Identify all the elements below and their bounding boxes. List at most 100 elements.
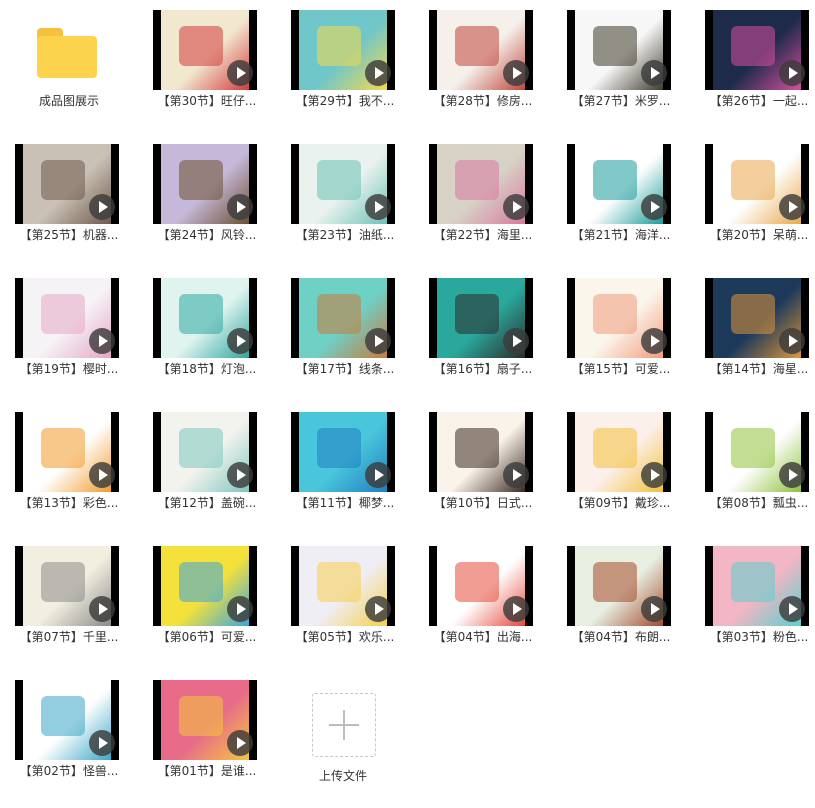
- video-thumbnail[interactable]: [153, 546, 257, 626]
- video-thumbnail[interactable]: [291, 10, 395, 90]
- video-item[interactable]: 【第13节】彩色...: [0, 402, 138, 530]
- video-thumbnail[interactable]: [567, 10, 671, 90]
- play-icon[interactable]: [641, 328, 667, 354]
- video-item[interactable]: 【第11节】椰梦...: [276, 402, 414, 530]
- play-icon[interactable]: [503, 596, 529, 622]
- play-icon[interactable]: [779, 462, 805, 488]
- play-icon[interactable]: [227, 60, 253, 86]
- video-thumbnail[interactable]: [15, 680, 119, 760]
- video-item[interactable]: 【第16节】扇子...: [414, 268, 552, 396]
- video-item[interactable]: 【第21节】海洋...: [552, 134, 690, 262]
- play-icon[interactable]: [779, 596, 805, 622]
- video-thumbnail[interactable]: [15, 546, 119, 626]
- video-thumbnail[interactable]: [705, 10, 809, 90]
- video-item[interactable]: 【第26节】一起...: [690, 0, 815, 128]
- video-thumbnail[interactable]: [567, 278, 671, 358]
- video-thumbnail[interactable]: [429, 10, 533, 90]
- video-thumbnail[interactable]: [153, 10, 257, 90]
- video-item[interactable]: 【第06节】可爱...: [138, 536, 276, 664]
- play-icon[interactable]: [503, 328, 529, 354]
- video-label: 【第17节】线条...: [295, 362, 395, 376]
- video-item[interactable]: 【第05节】欢乐...: [276, 536, 414, 664]
- play-icon[interactable]: [503, 60, 529, 86]
- video-thumbnail[interactable]: [567, 546, 671, 626]
- play-icon[interactable]: [89, 194, 115, 220]
- play-icon[interactable]: [641, 194, 667, 220]
- video-item[interactable]: 【第29节】我不...: [276, 0, 414, 128]
- play-icon[interactable]: [89, 730, 115, 756]
- video-thumbnail[interactable]: [429, 412, 533, 492]
- video-item[interactable]: 【第30节】旺仔...: [138, 0, 276, 128]
- play-icon[interactable]: [503, 462, 529, 488]
- video-label: 【第16节】扇子...: [433, 362, 533, 376]
- play-icon[interactable]: [779, 194, 805, 220]
- video-item[interactable]: 【第19节】樱时...: [0, 268, 138, 396]
- play-icon[interactable]: [89, 596, 115, 622]
- video-item[interactable]: 【第02节】怪兽...: [0, 670, 138, 798]
- video-item[interactable]: 【第20节】呆萌...: [690, 134, 815, 262]
- play-icon[interactable]: [365, 596, 391, 622]
- video-item[interactable]: 【第23节】油纸...: [276, 134, 414, 262]
- video-item[interactable]: 【第03节】粉色...: [690, 536, 815, 664]
- video-item[interactable]: 【第24节】风铃...: [138, 134, 276, 262]
- play-icon[interactable]: [779, 328, 805, 354]
- video-item[interactable]: 【第15节】可爱...: [552, 268, 690, 396]
- video-item[interactable]: 【第28节】修房...: [414, 0, 552, 128]
- video-label: 【第04节】布朗...: [571, 630, 671, 644]
- play-icon[interactable]: [365, 328, 391, 354]
- play-icon[interactable]: [227, 194, 253, 220]
- video-item[interactable]: 【第27节】米罗...: [552, 0, 690, 128]
- play-icon[interactable]: [641, 596, 667, 622]
- video-thumbnail[interactable]: [705, 412, 809, 492]
- video-thumbnail[interactable]: [15, 144, 119, 224]
- video-thumbnail[interactable]: [429, 546, 533, 626]
- video-item[interactable]: 【第12节】盖碗...: [138, 402, 276, 530]
- video-thumbnail[interactable]: [291, 546, 395, 626]
- play-icon[interactable]: [365, 194, 391, 220]
- video-thumbnail[interactable]: [705, 546, 809, 626]
- play-icon[interactable]: [641, 462, 667, 488]
- video-item[interactable]: 【第25节】机器...: [0, 134, 138, 262]
- video-thumbnail[interactable]: [705, 278, 809, 358]
- play-icon[interactable]: [641, 60, 667, 86]
- play-icon[interactable]: [227, 730, 253, 756]
- video-item[interactable]: 【第18节】灯泡...: [138, 268, 276, 396]
- video-item[interactable]: 【第17节】线条...: [276, 268, 414, 396]
- video-thumbnail[interactable]: [429, 144, 533, 224]
- play-icon[interactable]: [89, 328, 115, 354]
- play-icon[interactable]: [779, 60, 805, 86]
- video-thumbnail[interactable]: [291, 412, 395, 492]
- video-thumbnail[interactable]: [153, 412, 257, 492]
- video-thumbnail[interactable]: [15, 278, 119, 358]
- video-thumbnail[interactable]: [153, 680, 257, 760]
- upload-button[interactable]: [312, 693, 376, 757]
- play-icon[interactable]: [365, 60, 391, 86]
- video-thumbnail[interactable]: [153, 144, 257, 224]
- video-label: 【第04节】出海...: [433, 630, 533, 644]
- video-item[interactable]: 【第14节】海星...: [690, 268, 815, 396]
- play-icon[interactable]: [227, 462, 253, 488]
- play-icon[interactable]: [227, 596, 253, 622]
- folder-icon: [37, 28, 97, 78]
- video-item[interactable]: 【第01节】是谁...: [138, 670, 276, 798]
- video-thumbnail[interactable]: [291, 278, 395, 358]
- play-icon[interactable]: [365, 462, 391, 488]
- video-thumbnail[interactable]: [153, 278, 257, 358]
- play-icon[interactable]: [227, 328, 253, 354]
- video-thumbnail[interactable]: [15, 412, 119, 492]
- video-item[interactable]: 【第22节】海里...: [414, 134, 552, 262]
- video-item[interactable]: 【第08节】瓢虫...: [690, 402, 815, 530]
- video-thumbnail[interactable]: [705, 144, 809, 224]
- video-item[interactable]: 【第09节】戴珍...: [552, 402, 690, 530]
- play-icon[interactable]: [89, 462, 115, 488]
- video-item[interactable]: 【第04节】布朗...: [552, 536, 690, 664]
- video-item[interactable]: 【第07节】千里...: [0, 536, 138, 664]
- play-icon[interactable]: [503, 194, 529, 220]
- video-thumbnail[interactable]: [567, 144, 671, 224]
- video-thumbnail[interactable]: [291, 144, 395, 224]
- video-thumbnail[interactable]: [567, 412, 671, 492]
- video-thumbnail[interactable]: [429, 278, 533, 358]
- video-item[interactable]: 【第04节】出海...: [414, 536, 552, 664]
- video-item[interactable]: 【第10节】日式...: [414, 402, 552, 530]
- folder-item[interactable]: 成品图展示: [0, 0, 138, 128]
